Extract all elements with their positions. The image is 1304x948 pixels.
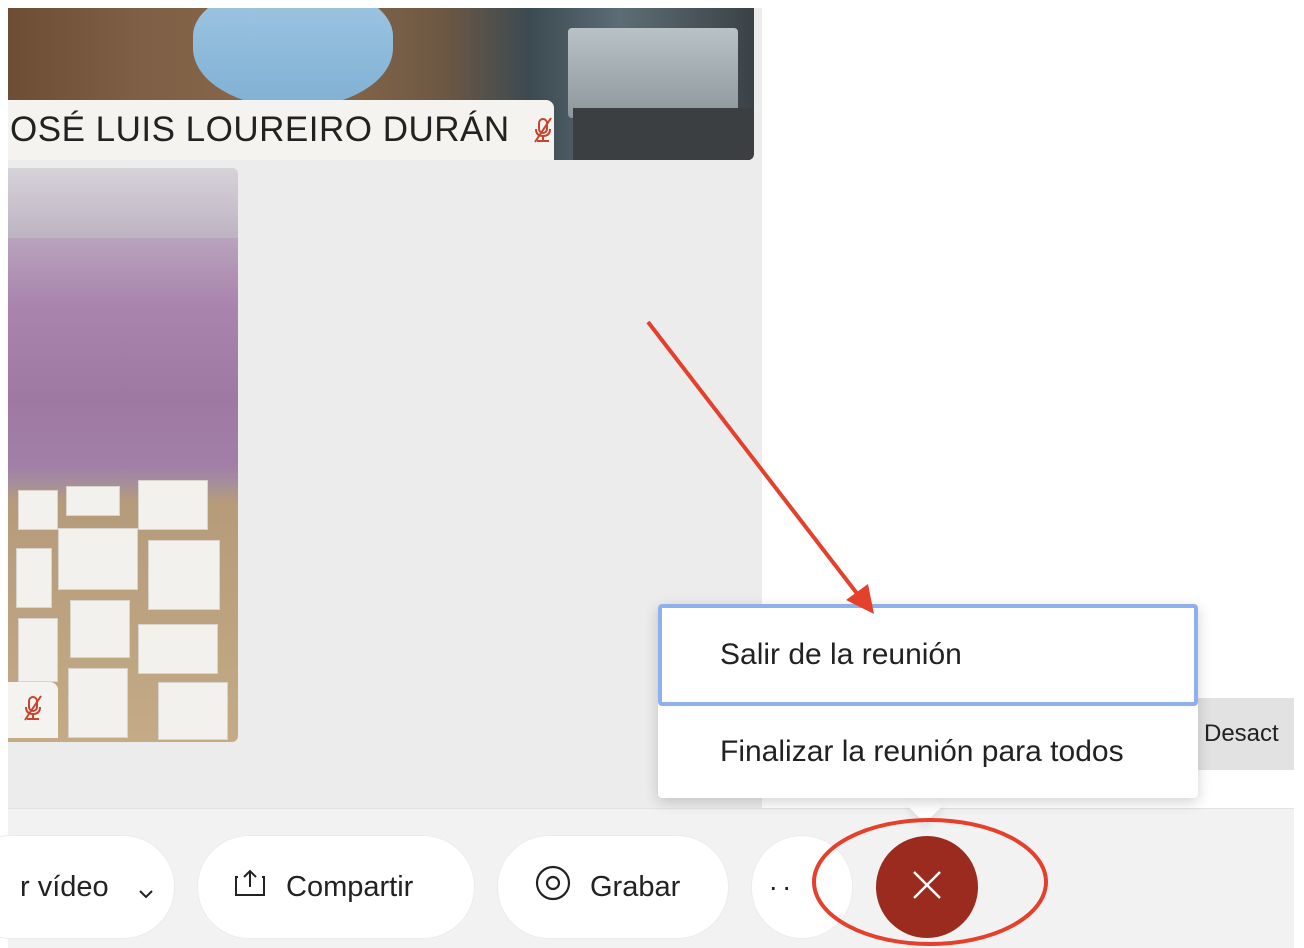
end-meeting-menu: Salir de la reunión Finalizar la reunión… — [658, 604, 1198, 798]
participant-mic-tag — [8, 682, 58, 738]
mic-off-icon — [532, 116, 554, 144]
record-button[interactable]: Grabar — [498, 836, 728, 938]
mic-off-icon — [22, 694, 44, 727]
menu-item-leave-meeting[interactable]: Salir de la reunión — [658, 604, 1198, 706]
share-upload-icon — [232, 867, 286, 907]
chevron-down-icon[interactable] — [137, 878, 155, 899]
desact-label: Desact — [1204, 720, 1279, 747]
participant-name-tag: OSÉ LUIS LOUREIRO DURÁN — [8, 100, 554, 160]
record-button-label: Grabar — [590, 870, 681, 903]
menu-item-end-for-all-label: Finalizar la reunión para todos — [720, 735, 1124, 768]
background-cabinet-shape — [568, 28, 738, 118]
wall-paper-shape — [158, 682, 228, 740]
wall-paper-shape — [68, 668, 128, 738]
background-printer-shape — [573, 108, 753, 160]
meeting-window: OSÉ LUIS LOUREIRO DURÁN Desact r vídeo C… — [0, 0, 1304, 948]
side-panel-strip[interactable]: Desact — [1198, 698, 1294, 770]
share-button[interactable]: Compartir — [198, 836, 474, 938]
more-options-button[interactable]: ·· — [752, 836, 852, 938]
video-button[interactable]: r vídeo — [0, 836, 174, 938]
wall-paper-shape — [66, 486, 120, 516]
wall-paper-shape — [16, 548, 52, 608]
wall-paper-shape — [148, 540, 220, 610]
wall-paper-shape — [58, 528, 138, 590]
wall-paper-shape — [138, 624, 218, 674]
end-meeting-button[interactable] — [876, 836, 978, 938]
more-options-label: ·· — [768, 871, 796, 902]
wall-paper-shape — [18, 618, 58, 682]
participant-name: OSÉ LUIS LOUREIRO DURÁN — [10, 110, 510, 149]
share-button-label: Compartir — [286, 870, 414, 903]
record-icon — [534, 864, 590, 910]
menu-item-end-for-all[interactable]: Finalizar la reunión para todos — [658, 706, 1198, 798]
face-mask-shape — [193, 8, 393, 108]
close-icon — [910, 868, 944, 907]
wall-paper-shape — [70, 600, 130, 658]
wall-paper-shape — [138, 480, 208, 530]
menu-item-leave-label: Salir de la reunión — [720, 638, 962, 671]
wall-paper-shape — [18, 490, 58, 530]
video-button-label: r vídeo — [20, 870, 109, 903]
participant-video-left — [8, 168, 238, 742]
background-ceiling-shape — [8, 168, 238, 238]
